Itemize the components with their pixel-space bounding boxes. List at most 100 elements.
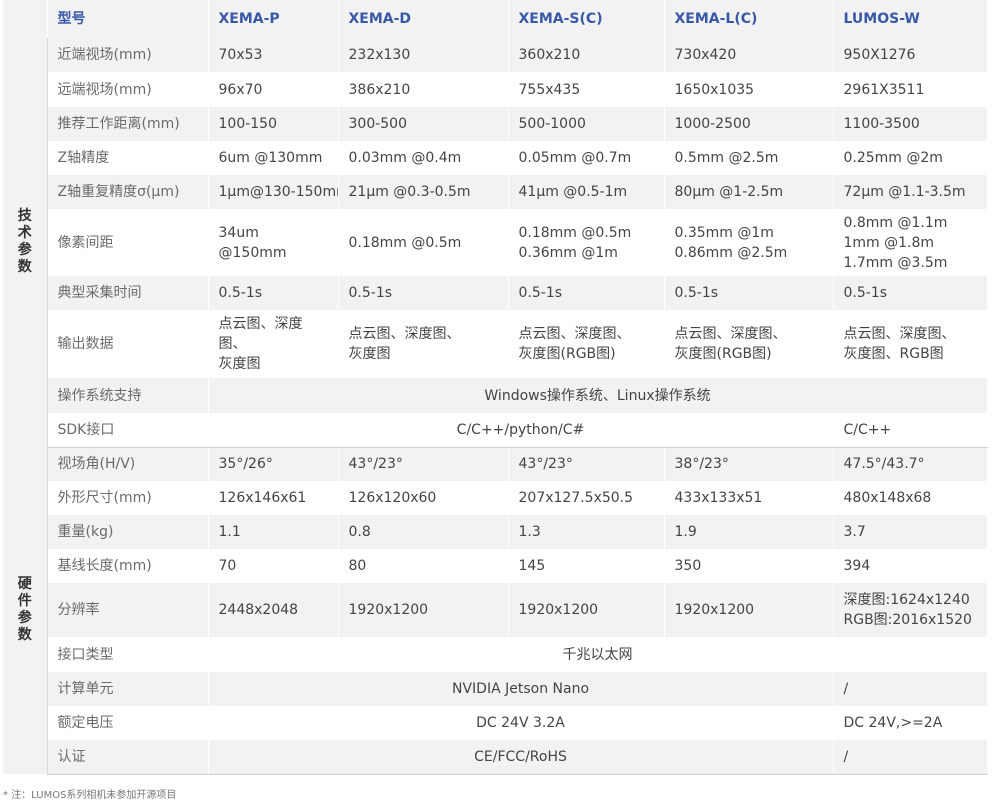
param-label: 认证 — [47, 740, 209, 775]
cell-line: 1920x1200 — [518, 602, 599, 618]
value-cell: 360x210 — [508, 38, 665, 72]
table-row: 额定电压 DC 24V 3.2A DC 24V,>=2A — [3, 706, 988, 740]
cell-line: 点云图、深度图、 — [218, 316, 303, 352]
table-row: SDK接口 C/C++/python/C# C/C++ — [3, 413, 988, 448]
value-cell: 3.7 — [833, 515, 988, 549]
value-cell: 350 — [664, 549, 834, 583]
value-cell: 80μm @1-2.5m — [664, 175, 834, 209]
param-label: SDK接口 — [47, 413, 209, 448]
cell-line: 2448x2048 — [218, 602, 299, 618]
cell-line: 1mm @1.8m — [843, 234, 935, 251]
value-cell: 0.05mm @0.7m — [508, 141, 665, 175]
param-label: 分辨率 — [47, 583, 209, 637]
table-row: 技术参数 近端视场(mm) 70x53 232x130 360x210 730x420 95… — [3, 38, 988, 447]
group-label-tech: 技术参数 — [3, 38, 48, 447]
table-row: 典型采集时间 0.5-1s 0.5-1s 0.5-1s 0.5-1s 0.5-1s — [3, 276, 988, 310]
table-row: 推荐工作距离(mm) 100-150 300-500 500-1000 1000-250… — [3, 107, 988, 141]
value-cell: DC 24V,>=2A — [833, 706, 988, 740]
value-cell: 点云图、深度图、 灰度图(RGB图) — [508, 310, 665, 378]
value-cell: 950X1276 — [833, 38, 988, 72]
cell-line: 1920x1200 — [674, 602, 755, 618]
value-cell: 1650x1035 — [664, 72, 834, 107]
value-cell: 730x420 — [664, 38, 834, 72]
param-label: 额定电压 — [47, 706, 209, 740]
value-cell: 41μm @0.5-1m — [508, 175, 665, 209]
value-cell: 70x53 — [208, 38, 339, 72]
value-cell: 0.25mm @2m — [833, 141, 988, 175]
cell-line: 灰度图 — [348, 346, 391, 362]
header-corner — [3, 0, 48, 38]
cell-line: 0.86mm @2.5m — [674, 244, 788, 261]
cell-line: 1920x1200 — [348, 602, 429, 618]
value-cell: 0.5mm @2.5m — [664, 141, 834, 175]
table-row: Z轴精度 6um @130mm 0.03mm @0.4m 0.05mm @0.7m 0.… — [3, 141, 988, 175]
table-row: 硬件参数 视场角(H/V) 35°/26° 43°/23° 43°/23° 38°/23°… — [3, 447, 988, 774]
cell-line: 0.8mm @1.1m — [843, 214, 948, 231]
param-label: 重量(kg) — [47, 515, 209, 549]
value-cell: 21μm @0.3-0.5m — [338, 175, 509, 209]
cell-line: 34um @150mm — [218, 224, 287, 261]
table-row: 接口类型 千兆以太网 — [3, 637, 988, 672]
cell-line: 点云图、深度图、 — [518, 326, 631, 342]
value-cell: 126x120x60 — [338, 481, 509, 515]
table-row: 远端视场(mm) 96x70 386x210 755x435 1650x1035 2961… — [3, 72, 988, 107]
value-cell: 0.35mm @1m 0.86mm @2.5m — [664, 209, 834, 276]
value-cell: 43°/23° — [508, 447, 665, 481]
value-cell: 100-150 — [208, 107, 339, 141]
value-cell: 1100-3500 — [833, 107, 988, 141]
param-label: 典型采集时间 — [47, 276, 209, 310]
value-cell: C/C++ — [833, 413, 988, 448]
table-row: 重量(kg) 1.1 0.8 1.3 1.9 3.7 — [3, 515, 988, 549]
cell-line: 灰度图(RGB图) — [674, 346, 772, 362]
cell-line: 0.18mm @0.5m — [518, 224, 632, 241]
cell-line: 点云图、深度图、 — [674, 326, 787, 342]
value-cell: 500-1000 — [508, 107, 665, 141]
value-cell: 0.18mm @0.5m 0.36mm @1m — [508, 209, 665, 276]
merged-value-cell: CE/FCC/RoHS — [208, 740, 834, 775]
value-cell: 0.18mm @0.5m — [338, 209, 509, 276]
header-row: 型号 XEMA-P XEMA-D XEMA-S(C) XEMA-L(C) LUM… — [3, 0, 988, 38]
merged-value-cell: DC 24V 3.2A — [208, 706, 834, 740]
param-label: Z轴精度 — [47, 141, 209, 175]
header-model-xema-s: XEMA-S(C) — [508, 0, 665, 38]
value-cell: 2961X3511 — [833, 72, 988, 107]
value-cell: 300-500 — [338, 107, 509, 141]
cell-line: 灰度图、RGB图 — [843, 346, 944, 362]
value-cell: 38°/23° — [664, 447, 834, 481]
cell-line: 深度图:1624x1240 — [843, 592, 970, 608]
value-cell: 207x127.5x50.5 — [508, 481, 665, 515]
value-cell: 126x146x61 — [208, 481, 339, 515]
value-cell: 1.9 — [664, 515, 834, 549]
table-row: 分辨率 2448x2048 1920x1200 1920x1200 1920x1200 深… — [3, 583, 988, 637]
value-cell: 1.3 — [508, 515, 665, 549]
value-cell: / — [833, 672, 988, 706]
value-cell: 1μm@130-150mm — [208, 175, 339, 209]
value-cell: 深度图:1624x1240 RGB图:2016x1520 — [833, 583, 988, 637]
value-cell: 386x210 — [338, 72, 509, 107]
table-row: Z轴重复精度σ(μm) 1μm@130-150mm 21μm @0.3-0.5m 41… — [3, 175, 988, 209]
table-row: 计算单元 NVIDIA Jetson Nano / — [3, 672, 988, 706]
cell-line: 0.36mm @1m — [518, 244, 618, 261]
merged-value-cell: C/C++/python/C# — [208, 413, 834, 448]
value-cell: 6um @130mm — [208, 141, 339, 175]
value-cell: 点云图、深度图、 灰度图 — [208, 310, 339, 378]
value-cell: 2448x2048 — [208, 583, 339, 637]
value-cell: 0.5-1s — [508, 276, 665, 310]
value-cell: 433x133x51 — [664, 481, 834, 515]
group-label-text: 硬件参数 — [17, 576, 32, 643]
footnote: * 注：LUMOS系列相机未参加开源项目 — [3, 790, 177, 801]
value-cell: 1000-2500 — [664, 107, 834, 141]
value-cell: 43°/23° — [338, 447, 509, 481]
param-label: 视场角(H/V) — [47, 447, 209, 481]
header-model-xema-d: XEMA-D — [338, 0, 509, 38]
param-label: 近端视场(mm) — [47, 38, 209, 72]
value-cell: 480x148x68 — [833, 481, 988, 515]
value-cell: 0.8mm @1.1m 1mm @1.8m 1.7mm @3.5m — [833, 209, 988, 276]
cell-line: 点云图、深度图、 — [843, 326, 956, 342]
group-label-hardware: 硬件参数 — [3, 447, 48, 774]
table-row: 认证 CE/FCC/RoHS / — [3, 740, 988, 775]
table-row: 基线长度(mm) 70 80 145 350 394 — [3, 549, 988, 583]
value-cell: 145 — [508, 549, 665, 583]
param-label: 基线长度(mm) — [47, 549, 209, 583]
param-label: 接口类型 — [47, 637, 209, 672]
